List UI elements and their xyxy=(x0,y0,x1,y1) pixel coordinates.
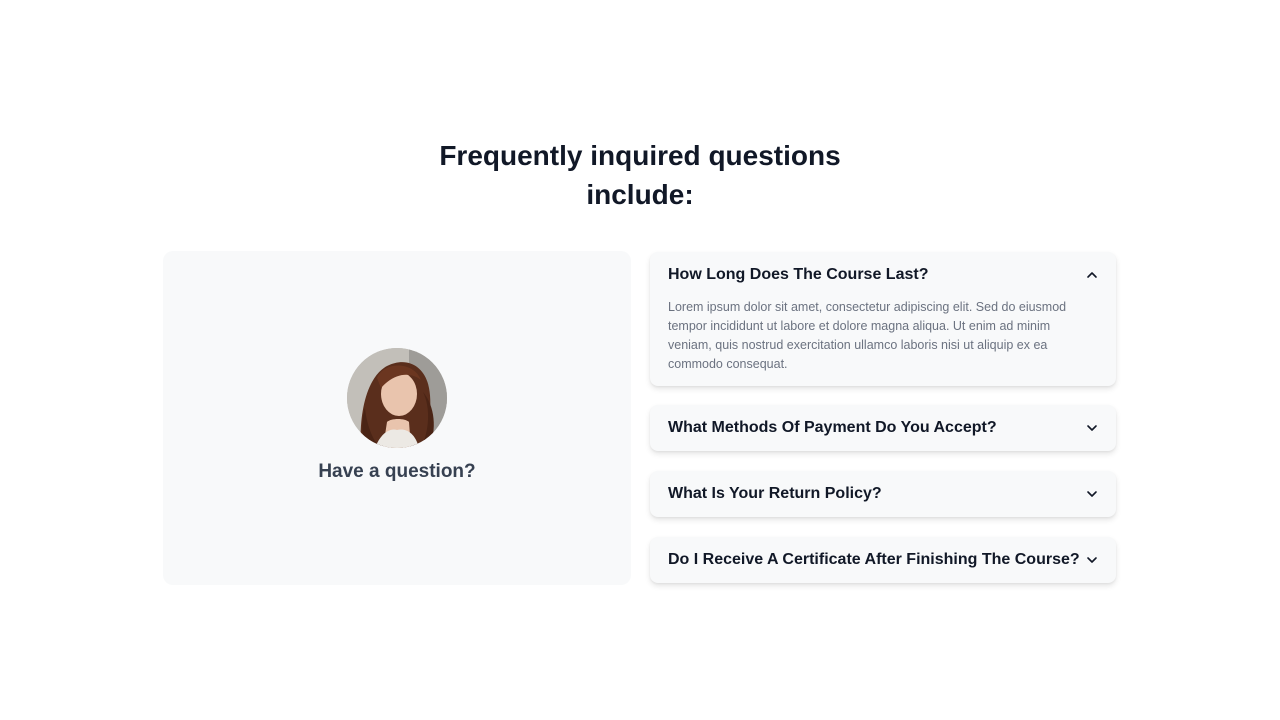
faq-section: Frequently inquired questions include: H… xyxy=(0,0,1280,720)
avatar xyxy=(347,348,447,448)
faq-item: What Is Your Return Policy? xyxy=(650,471,1116,517)
chevron-up-icon[interactable] xyxy=(1086,269,1098,281)
faq-question: Do I Receive A Certificate After Finishi… xyxy=(668,551,1080,568)
faq-item: How Long Does The Course Last? Lorem ips… xyxy=(650,252,1116,386)
faq-question-toggle[interactable]: Do I Receive A Certificate After Finishi… xyxy=(668,537,1098,583)
chevron-down-icon[interactable] xyxy=(1086,488,1098,500)
section-title-line-1: Frequently inquired questions xyxy=(439,140,841,171)
contact-card: Have a question? xyxy=(163,251,631,585)
faq-question: What Is Your Return Policy? xyxy=(668,485,882,502)
section-title-line-2: include: xyxy=(586,179,694,210)
faq-item: Do I Receive A Certificate After Finishi… xyxy=(650,537,1116,583)
faq-question-toggle[interactable]: How Long Does The Course Last? xyxy=(668,252,1098,298)
chevron-down-icon[interactable] xyxy=(1086,422,1098,434)
avatar-photo xyxy=(347,348,447,448)
chevron-down-icon[interactable] xyxy=(1086,554,1098,566)
faq-question-toggle[interactable]: What Is Your Return Policy? xyxy=(668,471,1098,517)
faq-question: What Methods Of Payment Do You Accept? xyxy=(668,419,997,436)
section-title: Frequently inquired questions include: xyxy=(0,136,1280,214)
faq-question-toggle[interactable]: What Methods Of Payment Do You Accept? xyxy=(668,405,1098,451)
faq-question: How Long Does The Course Last? xyxy=(668,266,929,283)
contact-card-caption: Have a question? xyxy=(318,461,476,482)
faq-answer: Lorem ipsum dolor sit amet, consectetur … xyxy=(668,300,1067,371)
faq-item: What Methods Of Payment Do You Accept? xyxy=(650,405,1116,451)
